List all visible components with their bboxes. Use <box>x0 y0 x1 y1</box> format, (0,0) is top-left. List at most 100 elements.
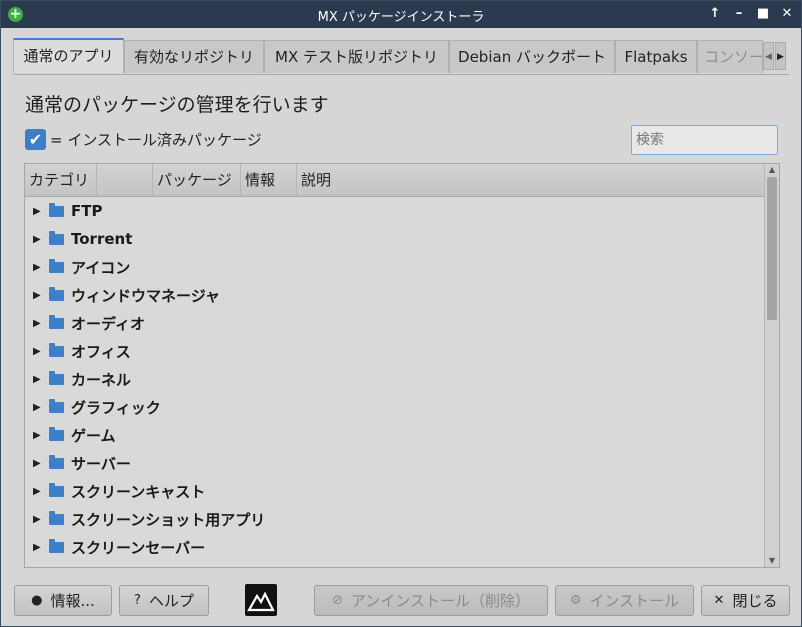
expand-arrow-icon[interactable]: ▶ <box>33 318 43 329</box>
folder-icon <box>49 510 64 525</box>
expand-arrow-icon[interactable]: ▶ <box>33 514 43 525</box>
folder-icon <box>49 314 64 329</box>
expand-arrow-icon[interactable]: ▶ <box>33 346 43 357</box>
folder-icon <box>49 482 64 497</box>
category-label: Torrent <box>71 230 133 248</box>
category-label: ウィンドウマネージャ <box>71 286 220 305</box>
window-controls: ↑ – ■ ✕ <box>707 5 795 23</box>
tab-console[interactable]: コンソール <box>697 40 763 73</box>
tab-scroll-right-icon[interactable]: ▶ <box>775 42 786 70</box>
expand-arrow-icon[interactable]: ▶ <box>33 206 43 217</box>
folder-icon <box>49 258 64 273</box>
tree-row[interactable]: ▶ アイコン <box>25 253 765 281</box>
help-button-label: ヘルプ <box>148 592 194 610</box>
category-label: FTP <box>71 202 103 220</box>
column-description[interactable]: 説明 <box>297 164 767 196</box>
expand-arrow-icon[interactable]: ▶ <box>33 458 43 469</box>
vertical-scrollbar[interactable]: ▲ ▼ <box>764 164 779 567</box>
category-label: グラフィック <box>71 398 161 417</box>
category-label: スクリーンセーバー <box>71 538 206 557</box>
folder-icon <box>49 202 64 217</box>
folder-icon <box>49 398 64 413</box>
keep-above-icon[interactable]: ↑ <box>707 5 723 23</box>
tree-row[interactable]: ▶ ゲーム <box>25 421 765 449</box>
install-button[interactable]: ⚙ インストール <box>555 585 694 616</box>
tree-row[interactable]: ▶ スクリーンキャスト <box>25 477 765 505</box>
tree-row[interactable]: ▶ カーネル <box>25 365 765 393</box>
package-tree[interactable]: カテゴリ パッケージ 情報 説明 ▶ FTP ▶ Torrent ▶ アイコン ▶ ウィンドウ… <box>24 163 780 568</box>
column-package[interactable]: パッケージ <box>153 164 241 196</box>
tab-regular-apps[interactable]: 通常のアプリ <box>13 38 124 73</box>
title-bar[interactable]: + MX パッケージインストーラ ↑ – ■ ✕ <box>1 1 801 28</box>
folder-icon <box>49 230 64 245</box>
tree-row[interactable]: ▶ ウィンドウマネージャ <box>25 281 765 309</box>
tree-row[interactable]: ▶ サーバー <box>25 449 765 477</box>
window-title: MX パッケージインストーラ <box>317 10 485 25</box>
tab-scroll-left-icon[interactable]: ◀ <box>763 42 774 70</box>
tree-row[interactable]: ▶ FTP <box>25 197 765 225</box>
installed-legend: ✔ = インストール済みパッケージ <box>25 129 262 150</box>
tree-row[interactable]: ▶ スクリーンセーバー <box>25 533 765 561</box>
tree-row[interactable]: ▶ オフィス <box>25 337 765 365</box>
close-icon: ✕ <box>713 593 725 608</box>
category-label: オフィス <box>71 342 131 361</box>
install-button-label: インストール <box>589 592 680 610</box>
column-info[interactable]: 情報 <box>241 164 297 196</box>
tree-row[interactable]: ▶ スクリーンショット用アプリ <box>25 505 765 533</box>
tab-debian-backports[interactable]: Debian バックポート <box>449 40 615 73</box>
folder-icon <box>49 538 64 553</box>
scrollbar-thumb[interactable] <box>767 177 777 320</box>
category-label: スクリーンキャスト <box>71 482 206 501</box>
category-label: スクリーンショット用アプリ <box>71 510 266 529</box>
search-input[interactable] <box>631 125 778 155</box>
uninstall-button[interactable]: ⊘ アンインストール（削除） <box>314 585 548 616</box>
folder-icon <box>49 370 64 385</box>
expand-arrow-icon[interactable]: ▶ <box>33 486 43 497</box>
info-button[interactable]: ● 情報... <box>14 585 112 616</box>
category-label: ゲーム <box>71 426 116 445</box>
expand-arrow-icon[interactable]: ▶ <box>33 290 43 301</box>
column-blank[interactable] <box>97 164 153 196</box>
tree-header: カテゴリ パッケージ 情報 説明 <box>25 164 765 197</box>
column-category[interactable]: カテゴリ <box>25 164 97 196</box>
info-button-label: 情報... <box>50 592 95 610</box>
scroll-down-icon[interactable]: ▼ <box>765 555 779 567</box>
tab-bar: 通常のアプリ 有効なリポジトリ MX テスト版リポジトリ Debian バックポ… <box>13 38 789 75</box>
maximize-icon[interactable]: ■ <box>755 5 771 23</box>
minimize-icon[interactable]: – <box>731 5 747 23</box>
expand-arrow-icon[interactable]: ▶ <box>33 402 43 413</box>
page-heading: 通常のパッケージの管理を行います <box>25 94 329 116</box>
category-label: サーバー <box>71 454 131 473</box>
category-label: カーネル <box>71 370 132 389</box>
expand-arrow-icon[interactable]: ▶ <box>33 374 43 385</box>
folder-icon <box>49 286 64 301</box>
scroll-up-icon[interactable]: ▲ <box>765 164 779 176</box>
expand-arrow-icon[interactable]: ▶ <box>33 542 43 553</box>
legend-text: = インストール済みパッケージ <box>50 131 262 149</box>
tab-mx-test-repo[interactable]: MX テスト版リポジトリ <box>264 40 449 73</box>
category-label: オーディオ <box>71 314 145 333</box>
uninstall-icon: ⊘ <box>331 593 343 608</box>
expand-arrow-icon[interactable]: ▶ <box>33 430 43 441</box>
tree-row[interactable]: ▶ オーディオ <box>25 309 765 337</box>
mx-logo <box>245 584 277 616</box>
help-button[interactable]: ? ヘルプ <box>119 585 209 616</box>
folder-icon <box>49 454 64 469</box>
folder-icon <box>49 342 64 357</box>
tree-row[interactable]: ▶ Torrent <box>25 225 765 253</box>
uninstall-button-label: アンインストール（削除） <box>350 592 530 610</box>
close-window-icon[interactable]: ✕ <box>779 5 795 23</box>
expand-arrow-icon[interactable]: ▶ <box>33 234 43 245</box>
expand-arrow-icon[interactable]: ▶ <box>33 262 43 273</box>
app-window: + MX パッケージインストーラ ↑ – ■ ✕ 通常のアプリ 有効なリポジトリ… <box>0 0 802 627</box>
close-button-label: 閉じる <box>732 592 778 610</box>
close-button[interactable]: ✕ 閉じる <box>701 585 790 616</box>
tab-enabled-repos[interactable]: 有効なリポジトリ <box>124 40 264 73</box>
tree-rows: ▶ FTP ▶ Torrent ▶ アイコン ▶ ウィンドウマネージャ ▶ オーディオ ▶ オフィス ▶… <box>25 197 765 561</box>
folder-icon <box>49 426 64 441</box>
install-gear-icon: ⚙ <box>569 593 582 608</box>
help-icon: ? <box>134 593 141 608</box>
category-label: アイコン <box>71 258 131 277</box>
tree-row[interactable]: ▶ グラフィック <box>25 393 765 421</box>
tab-flatpaks[interactable]: Flatpaks <box>615 40 697 73</box>
